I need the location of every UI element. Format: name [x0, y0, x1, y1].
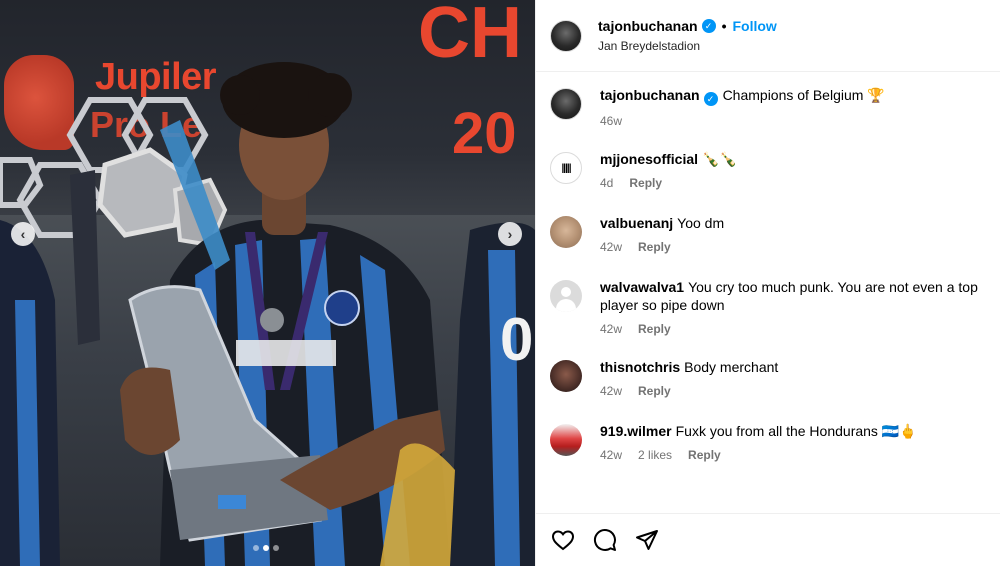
carousel-dot — [273, 545, 279, 551]
comment-username[interactable]: mjjonesofficial — [600, 151, 698, 167]
separator-dot: • — [721, 18, 727, 34]
caption-timestamp[interactable]: 46w — [600, 114, 622, 128]
post-header: tajonbuchanan ✓ • Follow Jan Breydelstad… — [536, 0, 1000, 72]
commenter-avatar[interactable] — [550, 280, 582, 312]
comment-item: thisnotchris Body merchant 42w Reply — [550, 358, 986, 398]
trophy-center-hex — [97, 147, 188, 238]
comment-timestamp[interactable]: 42w — [600, 384, 622, 398]
comment-likes[interactable]: 2 likes — [638, 448, 672, 462]
reply-button[interactable]: Reply — [638, 322, 671, 336]
reply-button[interactable]: Reply — [638, 240, 671, 254]
photo-illustration: 0 — [0, 62, 535, 566]
verified-badge-icon: ✓ — [703, 92, 718, 106]
commenter-avatar[interactable]: ||||| — [550, 152, 582, 184]
comment-button[interactable] — [592, 527, 618, 553]
comment-timestamp[interactable]: 42w — [600, 448, 622, 462]
commenter-avatar[interactable] — [550, 424, 582, 456]
comment-item: ||||| mjjonesofficial 🍾🍾 4d Reply — [550, 150, 986, 190]
carousel-dot-active — [263, 545, 269, 551]
chevron-right-icon: › — [507, 226, 513, 242]
comment-timestamp[interactable]: 42w — [600, 322, 622, 336]
comment-item: valbuenanj Yoo dm 42w Reply — [550, 214, 986, 254]
author-username[interactable]: tajonbuchanan — [598, 18, 698, 34]
comment-timestamp[interactable]: 42w — [600, 240, 622, 254]
post-details-panel: tajonbuchanan ✓ • Follow Jan Breydelstad… — [535, 0, 1000, 566]
carousel-prev-button[interactable]: ‹ — [11, 222, 35, 246]
comments-list: tajonbuchanan ✓ Champions of Belgium 🏆 46w… — [536, 72, 1000, 462]
comment-username[interactable]: thisnotchris — [600, 359, 680, 375]
comment-text: Yoo dm — [677, 215, 725, 231]
post-location[interactable]: Jan Breydelstadion — [598, 39, 777, 53]
post-view: Jupiler Pro Le CH 20 0 ‹ › tajonbuchanan… — [0, 0, 1000, 566]
verified-badge-icon: ✓ — [701, 19, 716, 33]
reply-button[interactable]: Reply — [629, 176, 662, 190]
comment-username[interactable]: valbuenanj — [600, 215, 673, 231]
svg-text:0: 0 — [500, 306, 533, 373]
reply-button[interactable]: Reply — [688, 448, 721, 462]
commenter-avatar[interactable] — [550, 216, 582, 248]
chevron-left-icon: ‹ — [20, 226, 26, 242]
comment-text: Fuxk you from all the Hondurans 🇭🇳🖕 — [675, 423, 917, 439]
carousel-dot — [253, 545, 259, 551]
carousel-next-button[interactable]: › — [498, 222, 522, 246]
author-avatar[interactable] — [550, 19, 582, 52]
share-button[interactable] — [634, 527, 660, 553]
comment-text: Body merchant — [684, 359, 779, 375]
comment-username[interactable]: 919.wilmer — [600, 423, 672, 439]
comment-text: 🍾🍾 — [702, 151, 737, 167]
comment-item: 919.wilmer Fuxk you from all the Honduran… — [550, 422, 986, 462]
avatar-text: ||||| — [561, 162, 572, 174]
caption-text: Champions of Belgium 🏆 — [722, 87, 885, 103]
caption-username[interactable]: tajonbuchanan — [600, 87, 700, 103]
reply-button[interactable]: Reply — [638, 384, 671, 398]
carousel-indicator — [253, 545, 279, 551]
follow-button[interactable]: Follow — [732, 18, 776, 34]
comment-username[interactable]: walvawalva1 — [600, 279, 684, 295]
send-icon — [636, 530, 658, 550]
caption-avatar[interactable] — [550, 88, 582, 120]
heart-icon — [551, 530, 575, 551]
commenter-avatar[interactable] — [550, 360, 582, 392]
caption-item: tajonbuchanan ✓ Champions of Belgium 🏆 46w — [550, 86, 986, 128]
comment-timestamp[interactable]: 4d — [600, 176, 613, 190]
comment-icon — [594, 529, 616, 551]
post-image[interactable]: Jupiler Pro Le CH 20 0 ‹ › — [0, 0, 535, 566]
post-actions-bar — [536, 513, 1000, 566]
comment-item: walvawalva1 You cry too much punk. You ar… — [550, 278, 986, 336]
like-button[interactable] — [550, 527, 576, 553]
